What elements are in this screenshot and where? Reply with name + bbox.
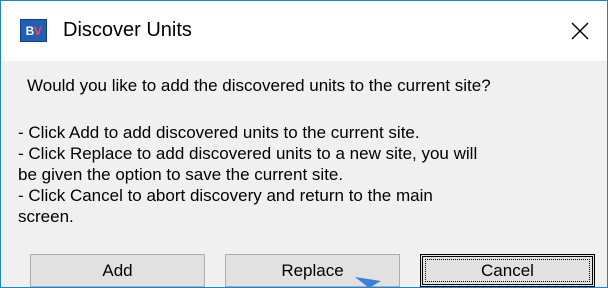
close-button[interactable] (557, 11, 603, 51)
question-text: Would you like to add the discovered uni… (27, 76, 491, 95)
instruction-line: screen. (18, 207, 74, 226)
title-bar[interactable]: BV Discover Units (1, 1, 607, 61)
instruction-line: - Click Cancel to abort discovery and re… (18, 186, 433, 205)
cancel-button-label: Cancel (481, 260, 534, 280)
cancel-button[interactable]: Cancel (420, 254, 595, 287)
replace-button-label: Replace (281, 260, 344, 280)
app-logo-icon: BV (20, 19, 47, 42)
instruction-line: - Click Replace to add discovered units … (18, 144, 478, 163)
instructions-text: - Click Add to add discovered units to t… (18, 122, 598, 227)
close-icon (571, 22, 589, 40)
discover-units-dialog: BV Discover Units Would you like to add … (0, 0, 608, 288)
mouse-cursor-icon (355, 277, 381, 288)
dialog-content: Would you like to add the discovered uni… (1, 61, 607, 287)
add-button[interactable]: Add (30, 254, 205, 287)
instruction-line: be given the option to save the current … (18, 165, 344, 184)
instruction-line: - Click Add to add discovered units to t… (18, 123, 420, 142)
add-button-label: Add (102, 260, 133, 280)
window-title: Discover Units (63, 19, 192, 41)
